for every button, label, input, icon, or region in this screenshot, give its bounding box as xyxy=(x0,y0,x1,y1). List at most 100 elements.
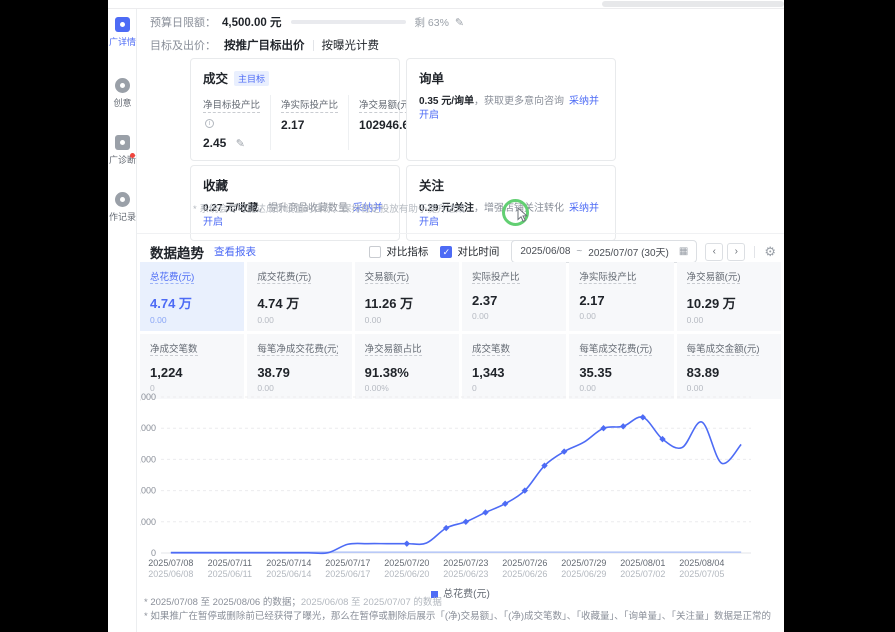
x-axis-tick-current: 2025/07/11 xyxy=(208,558,252,568)
stat-value: 2.17 xyxy=(281,118,338,132)
data-point-marker[interactable] xyxy=(600,425,606,431)
main-series-line xyxy=(171,417,741,553)
compare-time-checkbox[interactable]: ✓ xyxy=(440,246,452,258)
sidebar-item-records[interactable]: 作记录 xyxy=(108,188,136,223)
main-panel: 预算日限额： 4,500.00 元 剩 63% ✎ 目标及出价： 按推广目标出价… xyxy=(137,9,784,632)
data-point-marker[interactable] xyxy=(482,509,488,515)
mouse-cursor-icon xyxy=(517,208,528,222)
date-range-picker[interactable]: 2025/06/08 ~ 2025/07/07 (30天) ▦ xyxy=(511,240,697,263)
metric-value: 4.74 万 xyxy=(150,293,234,312)
date-separator: ~ xyxy=(576,246,582,257)
edit-budget-icon[interactable]: ✎ xyxy=(455,16,464,29)
bidding-row: 目标及出价： 按推广目标出价 按曝光计费 xyxy=(150,37,379,53)
trend-chart: 01,0002,0003,0004,0005,0002025/07/082025… xyxy=(140,385,781,583)
goal-card-title: 关注 xyxy=(419,175,603,194)
x-axis-tick-compare: 2025/06/26 xyxy=(502,569,547,579)
horizontal-scrollbar[interactable] xyxy=(602,1,784,7)
metric-compare-value: 0.00 xyxy=(579,311,663,321)
x-axis-tick-compare: 2025/07/05 xyxy=(679,569,724,579)
metric-compare-value: 0.00 xyxy=(365,315,449,325)
budget-amount: 4,500.00 元 xyxy=(222,14,281,30)
data-point-marker[interactable] xyxy=(404,540,410,546)
sidebar-item-label: 创意 xyxy=(108,96,137,109)
goal-stats: 净目标投产比i 2.45 ✎ 净实际投产比 2.17 净交易额(元) 10294… xyxy=(203,95,387,150)
bidding-label: 目标及出价： xyxy=(150,37,216,53)
sidebar-item-creative[interactable]: 创意 xyxy=(108,74,136,109)
date-nav: ‹ › xyxy=(705,243,745,261)
metric-card-3[interactable]: 实际投产比2.370.00 xyxy=(462,262,566,331)
sidebar-item-label: 广详情 xyxy=(108,35,137,48)
trend-title: 数据趋势 xyxy=(150,242,204,262)
compare-time-label: 对比时间 xyxy=(457,244,499,259)
controls-divider xyxy=(754,246,755,258)
clock-icon xyxy=(115,192,130,207)
detail-icon xyxy=(115,17,130,32)
date-start: 2025/06/08 xyxy=(520,246,570,257)
metric-label: 总花费(元) xyxy=(150,269,194,284)
metric-compare-value: 0.00 xyxy=(687,315,771,325)
info-icon[interactable]: i xyxy=(205,119,214,128)
metric-value: 91.38% xyxy=(365,365,449,380)
data-point-marker[interactable] xyxy=(502,501,508,507)
goal-card-title: 收藏 xyxy=(203,175,387,194)
next-period-button[interactable]: › xyxy=(727,243,745,261)
stat-label: 净目标投产比 xyxy=(203,97,260,113)
metric-card-0[interactable]: 总花费(元)4.74 万0.00 xyxy=(140,262,244,331)
metric-value: 83.89 xyxy=(687,365,771,380)
metric-card-4[interactable]: 净实际投产比 2.17 0.00 xyxy=(569,262,673,331)
compare-metric-checkbox[interactable] xyxy=(369,246,381,258)
sidebar-item-promo-detail[interactable]: 广详情 xyxy=(108,13,136,48)
stat-value: 2.45 ✎ xyxy=(203,136,260,150)
metric-label: 净实际投产比 xyxy=(579,269,636,284)
y-axis-tick: 2,000 xyxy=(140,486,156,496)
footnote-1: * 2025/07/08 至 2025/08/06 的数据；2025/06/08… xyxy=(144,598,771,608)
prev-period-button[interactable]: ‹ xyxy=(705,243,723,261)
x-axis-tick-compare: 2025/06/20 xyxy=(384,569,429,579)
tab-divider xyxy=(313,40,314,51)
x-axis-tick-current: 2025/07/20 xyxy=(384,558,429,568)
tab-bid-by-goal[interactable]: 按推广目标出价 xyxy=(224,37,305,53)
x-axis-tick-compare: 2025/06/08 xyxy=(148,569,193,579)
goal-title-text: 成交 xyxy=(203,72,228,86)
budget-remaining: 剩 63% xyxy=(414,15,448,30)
metric-card-1[interactable]: 成交花费(元)4.74 万0.00 xyxy=(247,262,351,331)
goal-card-suggestion-0[interactable]: 询单0.35 元/询单，获取更多意向咨询采纳并开启 xyxy=(406,58,616,161)
sidebar-item-diagnosis[interactable]: 广诊断 xyxy=(108,131,136,166)
trend-header: 数据趋势 查看报表 对比指标 ✓ 对比时间 2025/06/08 ~ 2025/… xyxy=(150,240,776,263)
metric-value: 4.74 万 xyxy=(257,293,341,312)
bulb-icon xyxy=(115,78,130,93)
x-axis-tick-current: 2025/07/17 xyxy=(325,558,370,568)
left-sidebar: 广详情创意广诊断作记录 xyxy=(108,9,137,632)
compare-metric-label: 对比指标 xyxy=(386,244,428,259)
goal-note: * 系统会尽可能达成你设置的目标，保持稳定投放有助于提升达成 xyxy=(193,201,465,215)
x-axis-tick-compare: 2025/06/23 xyxy=(443,569,488,579)
metric-label: 实际投产比 xyxy=(472,269,520,284)
metric-card-2[interactable]: 交易额(元)11.26 万0.00 xyxy=(355,262,459,331)
view-report-link[interactable]: 查看报表 xyxy=(214,244,256,259)
x-axis-tick-compare: 2025/06/17 xyxy=(325,569,370,579)
goal-price-text: 0.35 元/询单 xyxy=(419,96,474,107)
x-axis-tick-compare: 2025/06/11 xyxy=(208,569,252,579)
footnote-compare-range: 2025/06/08 至 2025/07/07 的数据 xyxy=(301,597,442,608)
footnote-current-range: * 2025/07/08 至 2025/08/06 的数据； xyxy=(144,597,301,608)
metric-compare-value: 0.00 xyxy=(472,311,556,321)
metric-value: 11.26 万 xyxy=(365,293,449,312)
metric-label: 净交易额(元) xyxy=(687,269,741,284)
x-axis-tick-current: 2025/08/04 xyxy=(679,558,724,568)
date-end: 2025/07/07 (30天) xyxy=(588,244,669,259)
x-axis-tick-current: 2025/07/29 xyxy=(561,558,606,568)
click-indicator-ring xyxy=(502,199,529,226)
metric-value: 2.17 xyxy=(579,293,663,308)
metric-label: 每笔成交花费(元) xyxy=(579,341,652,356)
goal-card-deal[interactable]: 成交主目标 净目标投产比i 2.45 ✎ 净实际投产比 2.17 净交易额(元)… xyxy=(190,58,400,161)
data-point-marker[interactable] xyxy=(463,519,469,525)
x-axis-tick-current: 2025/07/08 xyxy=(148,558,193,568)
settings-gear-icon[interactable]: ⚙ xyxy=(764,244,776,260)
y-axis-tick: 1,000 xyxy=(140,517,156,527)
primary-goal-badge: 主目标 xyxy=(234,71,269,86)
metric-value: 1,343 xyxy=(472,365,556,380)
edit-roi-icon[interactable]: ✎ xyxy=(236,138,245,150)
tab-bid-by-impression[interactable]: 按曝光计费 xyxy=(322,37,380,53)
section-divider xyxy=(137,233,784,234)
metric-card-5[interactable]: 净交易额(元)10.29 万0.00 xyxy=(677,262,781,331)
